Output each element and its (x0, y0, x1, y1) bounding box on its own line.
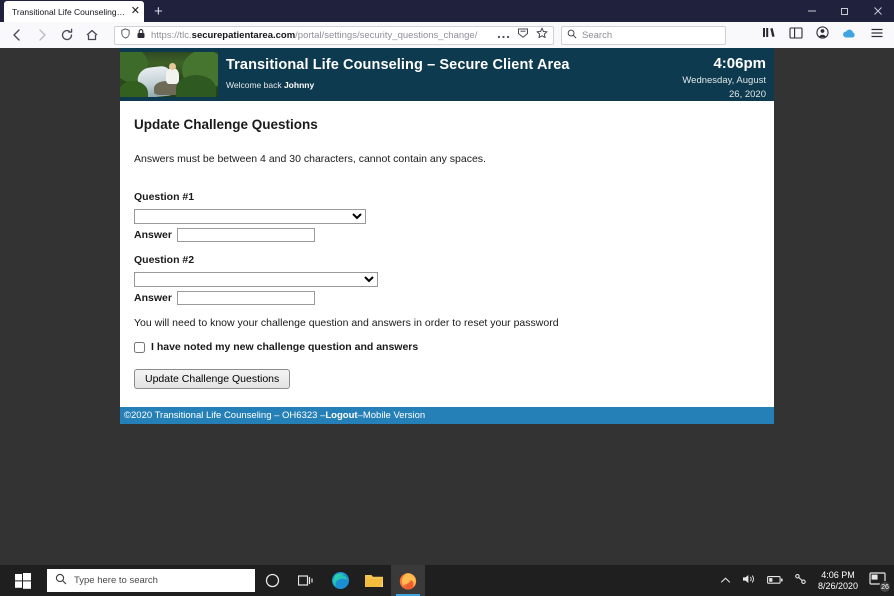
minimize-button[interactable] (795, 0, 828, 22)
screen: Transitional Life Counseling - Secu ✕ + (0, 0, 894, 596)
windows-start-icon[interactable] (0, 565, 45, 596)
firefox-browser-icon[interactable] (391, 565, 425, 596)
answer2-row: Answer (134, 291, 774, 305)
notification-count-badge: 26 (879, 581, 891, 593)
network-icon[interactable] (794, 572, 807, 590)
answer-rules-note: Answers must be between 4 and 30 charact… (134, 153, 486, 165)
account-icon[interactable] (816, 26, 829, 44)
update-challenge-questions-button[interactable]: Update Challenge Questions (134, 369, 291, 389)
browser-search-placeholder: Search (582, 29, 613, 41)
edge-browser-icon[interactable] (323, 565, 357, 596)
question2-label: Question #2 (134, 254, 195, 266)
browser-window: Transitional Life Counseling - Secu ✕ + (0, 0, 894, 565)
restore-button[interactable] (828, 0, 861, 22)
reader-view-icon[interactable] (517, 26, 529, 44)
footer-copyright: ©2020 Transitional Life Counseling – OH6… (124, 410, 326, 421)
browser-tab[interactable]: Transitional Life Counseling - Secu ✕ (4, 1, 144, 22)
reload-icon[interactable] (56, 25, 78, 45)
ellipsis-icon[interactable] (497, 26, 510, 44)
noted-checkbox-row: I have noted my new challenge question a… (134, 341, 774, 353)
show-hidden-icons-chevron[interactable] (720, 572, 731, 590)
task-view-icon[interactable] (289, 565, 323, 596)
taskbar-search-placeholder: Type here to search (74, 575, 158, 586)
browser-toolbar-icons (762, 26, 888, 44)
page-container: Transitional Life Counseling – Secure Cl… (120, 48, 774, 424)
close-button[interactable] (861, 0, 894, 22)
browser-search-bar[interactable]: Search (561, 25, 726, 45)
site-footer: ©2020 Transitional Life Counseling – OH6… (120, 407, 774, 424)
question1-select[interactable] (134, 209, 366, 224)
question2-select[interactable] (134, 272, 378, 287)
welcome-username: Johnny (283, 80, 315, 90)
tab-close-icon[interactable]: ✕ (131, 6, 140, 17)
back-arrow-icon[interactable] (6, 25, 28, 45)
padlock-icon[interactable] (136, 26, 146, 44)
sync-cloud-icon[interactable] (842, 26, 857, 44)
file-explorer-icon[interactable] (357, 565, 391, 596)
windows-taskbar: Type here to search 4:06 PM 8/26/2020 26 (0, 565, 894, 596)
welcome-message: Welcome back Johnny (226, 80, 315, 90)
taskbar-clock-time: 4:06 PM (821, 569, 855, 580)
home-icon[interactable] (81, 25, 103, 45)
library-icon[interactable] (762, 26, 776, 44)
page-title: Update Challenge Questions (134, 117, 318, 132)
footer-logout-link[interactable]: Logout (325, 410, 357, 421)
star-icon[interactable] (536, 26, 548, 44)
answer2-label: Answer (134, 292, 172, 304)
cortana-icon[interactable] (255, 565, 289, 596)
site-header: Transitional Life Counseling – Secure Cl… (120, 48, 774, 101)
url-text: https://tlc.securepatientarea.com/portal… (151, 29, 478, 41)
forward-arrow-icon (31, 25, 53, 45)
notification-center-icon[interactable]: 26 (869, 571, 891, 593)
taskbar-clock-date: 8/26/2020 (817, 580, 858, 591)
site-title: Transitional Life Counseling – Secure Cl… (226, 57, 570, 73)
address-bar[interactable]: https://tlc.securepatientarea.com/portal… (114, 25, 554, 45)
answer2-input[interactable] (176, 291, 315, 305)
footer-mobile-version-link[interactable]: Mobile Version (363, 410, 425, 421)
question1-label: Question #1 (134, 191, 195, 203)
header-date: Wednesday, August 26, 2020 (682, 75, 766, 100)
site-header-text: Transitional Life Counseling – Secure Cl… (218, 48, 644, 101)
answer1-label: Answer (134, 229, 172, 241)
system-tray: 4:06 PM 8/26/2020 26 (720, 570, 894, 593)
password-reset-note: You will need to know your challenge que… (134, 317, 559, 329)
answer1-row: Answer (134, 228, 774, 242)
hamburger-menu-icon[interactable] (870, 26, 884, 44)
sidebar-icon[interactable] (789, 26, 803, 44)
magnifier-icon (567, 26, 577, 44)
shield-icon[interactable] (120, 26, 131, 44)
magnifier-icon (55, 572, 67, 590)
main-content: Update Challenge Questions Answers must … (120, 101, 774, 407)
taskbar-clock[interactable]: 4:06 PM 8/26/2020 (818, 570, 858, 592)
battery-icon[interactable] (767, 572, 783, 590)
noted-checkbox[interactable] (134, 341, 145, 353)
volume-icon[interactable] (742, 572, 756, 590)
page-viewport: Transitional Life Counseling – Secure Cl… (0, 48, 894, 565)
noted-checkbox-label: I have noted my new challenge question a… (151, 341, 419, 353)
new-tab-button[interactable]: + (154, 3, 163, 20)
taskbar-search-box[interactable]: Type here to search (47, 569, 255, 592)
browser-titlebar: Transitional Life Counseling - Secu ✕ + (0, 0, 894, 22)
answer1-input[interactable] (176, 228, 315, 242)
header-datetime: 4:06pm Wednesday, August 26, 2020 (644, 48, 774, 101)
window-controls (795, 0, 894, 22)
tab-title: Transitional Life Counseling - Secu (12, 6, 127, 17)
header-clock: 4:06pm (713, 55, 766, 72)
banner-photo-waterfall (120, 52, 218, 97)
browser-navbar: https://tlc.securepatientarea.com/portal… (0, 22, 894, 48)
